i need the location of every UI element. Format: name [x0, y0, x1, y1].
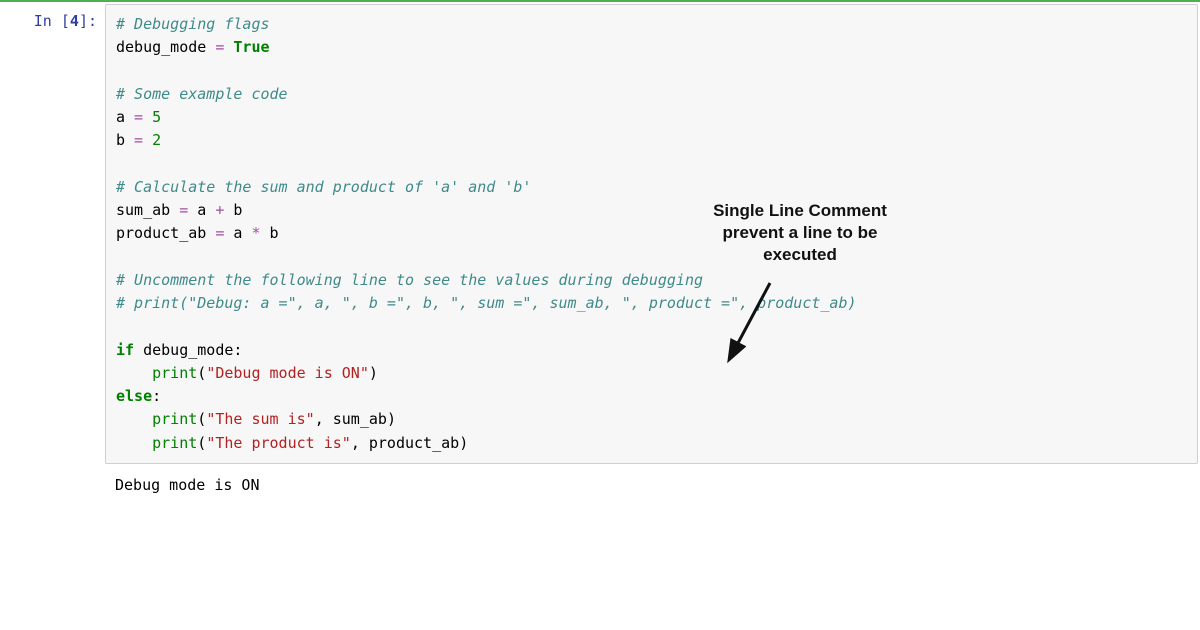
code-token: ) — [369, 364, 378, 382]
code-token: debug_mode — [134, 341, 233, 359]
output-text: Debug mode is ON — [115, 476, 260, 494]
code-token: ) — [459, 434, 468, 452]
code-token: = — [125, 131, 152, 149]
indent — [116, 410, 152, 428]
code-token: a — [197, 201, 206, 219]
code-token: True — [233, 38, 269, 56]
code-token: : — [152, 387, 161, 405]
in-label: In [ — [34, 12, 70, 30]
code-token: = — [170, 201, 197, 219]
annotation-line: executed — [685, 244, 915, 266]
in-close: ]: — [79, 12, 97, 30]
code-token: ( — [197, 364, 206, 382]
code-token: * — [242, 224, 269, 242]
code-token: if — [116, 341, 134, 359]
code-input-area[interactable]: # Debugging flags debug_mode = True # So… — [105, 4, 1198, 464]
in-number: 4 — [70, 12, 79, 30]
code-token: b — [233, 201, 242, 219]
cell-output: Debug mode is ON — [105, 464, 1200, 497]
code-token: = — [206, 38, 233, 56]
indent — [116, 434, 152, 452]
code-token: ( — [197, 410, 206, 428]
code-line: # print("Debug: a =", a, ", b =", b, ", … — [116, 294, 857, 312]
code-token: else — [116, 387, 152, 405]
code-line: # Debugging flags — [116, 15, 270, 33]
code-token: debug_mode — [116, 38, 206, 56]
indent — [116, 364, 152, 382]
code-token: "Debug mode is ON" — [206, 364, 369, 382]
code-token: = — [206, 224, 233, 242]
code-token: b — [116, 131, 125, 149]
code-token: sum_ab — [116, 201, 170, 219]
annotation-line: prevent a line to be — [685, 222, 915, 244]
code-token: 5 — [152, 108, 161, 126]
code-token: b — [270, 224, 279, 242]
code-token: "The sum is" — [206, 410, 314, 428]
code-token: , sum_ab — [315, 410, 387, 428]
code-token: = — [125, 108, 152, 126]
input-prompt: In [4]: — [0, 2, 105, 30]
code-line: # Uncomment the following line to see th… — [116, 271, 703, 289]
code-token: + — [206, 201, 233, 219]
code-token: a — [116, 108, 125, 126]
code-token: "The product is" — [206, 434, 351, 452]
code-line: # Calculate the sum and product of 'a' a… — [116, 178, 531, 196]
code-token: ) — [387, 410, 396, 428]
code-token: product_ab — [116, 224, 206, 242]
code-token: print — [152, 434, 197, 452]
code-token: : — [233, 341, 242, 359]
code-token: print — [152, 364, 197, 382]
code-token: print — [152, 410, 197, 428]
code-line: # Some example code — [116, 85, 288, 103]
code-token: , product_ab — [351, 434, 459, 452]
code-token: 2 — [152, 131, 161, 149]
code-cell: In [4]: # Debugging flags debug_mode = T… — [0, 2, 1200, 464]
annotation-line: Single Line Comment — [685, 200, 915, 222]
annotation-label: Single Line Comment prevent a line to be… — [685, 200, 915, 266]
code-token: ( — [197, 434, 206, 452]
